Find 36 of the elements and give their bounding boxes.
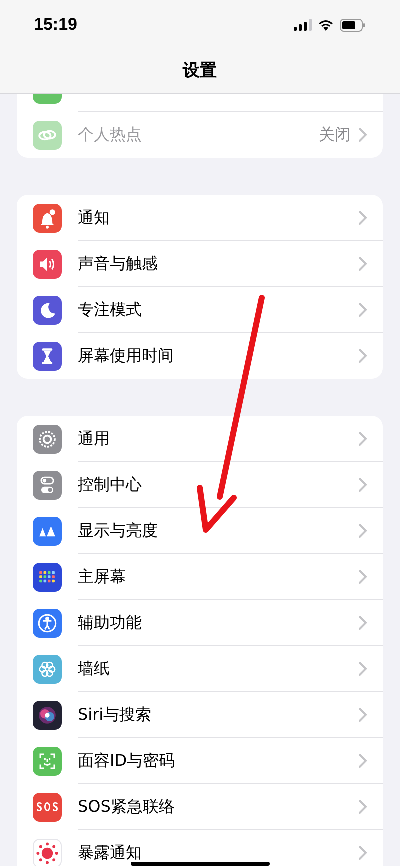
signal-icon (294, 19, 312, 31)
battery-icon (340, 18, 366, 32)
chevron-icon (359, 800, 367, 814)
setting-label[interactable]: 面容ID与密码 (78, 748, 176, 772)
setting-label[interactable]: 辅助功能 (78, 610, 142, 634)
setting-label[interactable]: 专注模式 (78, 298, 142, 322)
chevron-icon (359, 708, 367, 722)
setting-label[interactable]: 显示与亮度 (78, 518, 158, 542)
chevron-icon (359, 524, 367, 538)
setting-label[interactable]: 暴露通知 (78, 841, 142, 865)
sos-icon (36, 802, 59, 812)
setting-label[interactable]: 屏幕使用时间 (78, 344, 174, 368)
setting-label[interactable]: 墙纸 (78, 656, 110, 680)
setting-label[interactable]: Siri与搜索 (78, 702, 152, 726)
chevron-icon (359, 349, 367, 363)
chevron-icon (359, 754, 367, 768)
status-time: 15:19 (34, 14, 78, 36)
chevron-icon (359, 616, 367, 630)
chevron-icon (359, 432, 367, 446)
chevron-icon (359, 570, 367, 584)
setting-label[interactable]: SOS紧急联络 (78, 794, 175, 818)
setting-label[interactable]: 主屏幕 (78, 564, 126, 588)
chevron-icon (359, 662, 367, 676)
chevron-icon (359, 210, 367, 224)
setting-value: 关闭 (319, 124, 351, 146)
chevron-icon (359, 256, 367, 270)
chevron-icon (359, 128, 367, 142)
window-title: 设置 (183, 60, 217, 83)
chevron-icon (359, 302, 367, 316)
setting-label[interactable]: 通知 (78, 206, 110, 230)
wifi-icon (318, 19, 334, 31)
setting-label[interactable]: 声音与触感 (78, 252, 158, 276)
chevron-icon (359, 478, 367, 492)
chevron-icon (359, 846, 367, 860)
setting-label[interactable]: 通用 (78, 426, 110, 450)
setting-label[interactable]: 控制中心 (78, 472, 142, 496)
